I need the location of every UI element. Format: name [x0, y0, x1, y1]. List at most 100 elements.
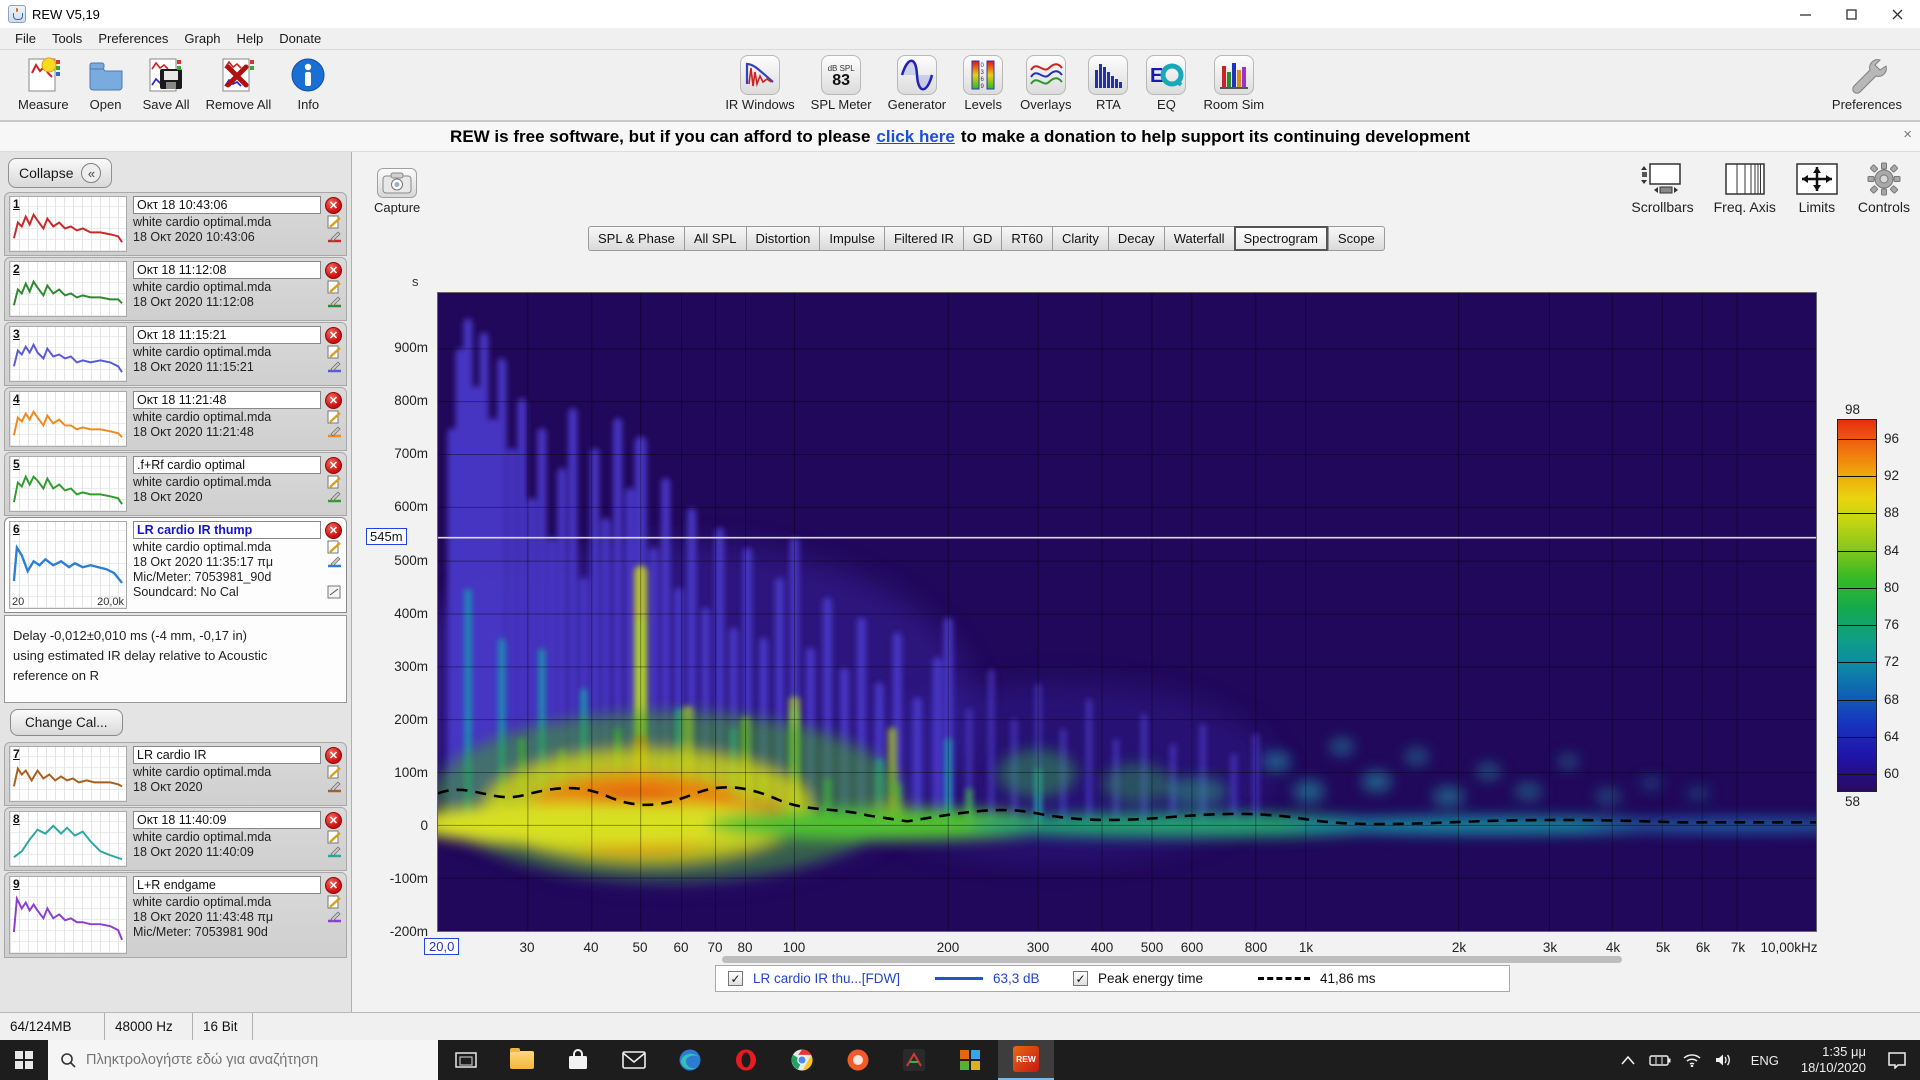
menu-file[interactable]: File	[8, 29, 43, 48]
room-sim-button[interactable]: Room Sim	[1195, 52, 1272, 114]
tab-spl-phase[interactable]: SPL & Phase	[588, 226, 684, 251]
measurement-card-5[interactable]: 5 ✕ white cardio optimal.mda 18 Οκτ 2020	[4, 452, 347, 516]
delete-measurement-icon[interactable]: ✕	[325, 876, 342, 894]
battery-icon[interactable]	[1647, 1040, 1673, 1080]
menu-help[interactable]: Help	[230, 29, 271, 48]
maximize-button[interactable]	[1828, 0, 1874, 28]
trace-color-icon[interactable]	[327, 780, 342, 794]
measurement-title-input[interactable]	[133, 521, 321, 539]
measurement-card-4[interactable]: 4 ✕ white cardio optimal.mda 18 Οκτ 2020…	[4, 387, 347, 451]
edge-button[interactable]	[662, 1040, 718, 1080]
soundcard-cal-icon[interactable]	[327, 585, 342, 599]
generator-button[interactable]: Generator	[880, 52, 955, 114]
delete-measurement-icon[interactable]: ✕	[325, 391, 342, 409]
delete-measurement-icon[interactable]: ✕	[325, 811, 342, 829]
menu-donate[interactable]: Donate	[272, 29, 328, 48]
save-all-button[interactable]: Save All	[135, 52, 198, 114]
capture-button[interactable]: Capture	[374, 168, 420, 215]
measurement-title-input[interactable]	[133, 811, 321, 829]
search-input[interactable]	[86, 1052, 416, 1068]
trace-color-icon[interactable]	[327, 490, 342, 504]
open-button[interactable]: Open	[77, 52, 135, 114]
minimize-button[interactable]	[1782, 0, 1828, 28]
volume-icon[interactable]	[1711, 1040, 1737, 1080]
trace-color-icon[interactable]	[327, 845, 342, 859]
notes-icon[interactable]	[327, 895, 342, 909]
measurement-card-8[interactable]: 8 ✕ white cardio optimal.mda 18 Οκτ 2020…	[4, 807, 347, 871]
notes-icon[interactable]	[327, 410, 342, 424]
trace-color-icon[interactable]	[327, 230, 342, 244]
trace-color-icon[interactable]	[327, 295, 342, 309]
measurement-title-input[interactable]	[133, 326, 321, 344]
limits-button[interactable]: Limits	[1796, 162, 1838, 215]
levels-button[interactable]: 0369 Levels	[954, 52, 1012, 114]
collapse-sidebar-button[interactable]: Collapse «	[8, 158, 113, 188]
trace-color-icon[interactable]	[327, 425, 342, 439]
measurement-title-input[interactable]	[133, 196, 321, 214]
measurement-card-6-selected[interactable]: 6 20 20,0k ✕ white cardio optimal.mda 18…	[4, 517, 347, 613]
trace-visibility-checkbox[interactable]: ✓	[728, 971, 743, 986]
close-button[interactable]	[1874, 0, 1920, 28]
measurement-card-7[interactable]: 7 ✕ white cardio optimal.mda 18 Οκτ 2020	[4, 742, 347, 806]
menu-graph[interactable]: Graph	[177, 29, 227, 48]
info-button[interactable]: Info	[279, 52, 337, 114]
measurement-title-input[interactable]	[133, 876, 321, 894]
measurement-card-2[interactable]: 2 ✕ white cardio optimal.mda 18 Οκτ 2020…	[4, 257, 347, 321]
tab-clarity[interactable]: Clarity	[1051, 226, 1108, 251]
notes-icon[interactable]	[327, 280, 342, 294]
measurement-title-input[interactable]	[133, 746, 321, 764]
language-indicator[interactable]: ENG	[1743, 1053, 1787, 1068]
measurement-title-input[interactable]	[133, 456, 321, 474]
banner-close-icon[interactable]: ×	[1903, 126, 1912, 143]
spl-meter-button[interactable]: dB SPL 83 SPL Meter	[803, 52, 880, 114]
delete-measurement-icon[interactable]: ✕	[325, 746, 342, 764]
notes-icon[interactable]	[327, 540, 342, 554]
photos-tiles-button[interactable]	[942, 1040, 998, 1080]
notes-icon[interactable]	[327, 475, 342, 489]
donation-link[interactable]: click here	[876, 127, 954, 147]
file-explorer-button[interactable]	[494, 1040, 550, 1080]
tab-gd[interactable]: GD	[962, 226, 1002, 251]
trace-color-icon[interactable]	[327, 910, 342, 924]
taskbar-search[interactable]	[48, 1040, 438, 1080]
tab-waterfall[interactable]: Waterfall	[1163, 226, 1234, 251]
horizontal-scrollbar[interactable]	[722, 956, 1622, 963]
delete-measurement-icon[interactable]: ✕	[325, 456, 342, 474]
delete-measurement-icon[interactable]: ✕	[325, 326, 342, 344]
action-center-icon[interactable]	[1880, 1040, 1914, 1080]
preferences-button[interactable]: Preferences	[1824, 52, 1910, 114]
eq-button[interactable]: E EQ	[1137, 52, 1195, 114]
overlays-button[interactable]: Overlays	[1012, 52, 1079, 114]
taskbar-clock[interactable]: 1:35 μμ 18/10/2020	[1793, 1044, 1874, 1077]
measurement-title-input[interactable]	[133, 391, 321, 409]
freq-axis-button[interactable]: Freq. Axis	[1714, 162, 1776, 215]
remove-all-button[interactable]: Remove All	[198, 52, 280, 114]
delete-measurement-icon[interactable]: ✕	[325, 261, 342, 279]
task-view-button[interactable]	[438, 1040, 494, 1080]
change-cal-button[interactable]: Change Cal...	[10, 709, 123, 736]
delete-measurement-icon[interactable]: ✕	[325, 196, 342, 214]
notes-icon[interactable]	[327, 765, 342, 779]
tray-chevron-icon[interactable]	[1615, 1040, 1641, 1080]
rta-button[interactable]: RTA	[1079, 52, 1137, 114]
chrome-button[interactable]	[774, 1040, 830, 1080]
measurement-title-input[interactable]	[133, 261, 321, 279]
measure-button[interactable]: Measure	[10, 52, 77, 114]
wifi-icon[interactable]	[1679, 1040, 1705, 1080]
mail-button[interactable]	[606, 1040, 662, 1080]
scrollbars-button[interactable]: Scrollbars	[1631, 162, 1694, 215]
peak-energy-checkbox[interactable]: ✓	[1073, 971, 1088, 986]
browser-orange-button[interactable]	[830, 1040, 886, 1080]
delete-measurement-icon[interactable]: ✕	[325, 521, 342, 539]
spectrogram-plot[interactable]	[437, 292, 1817, 932]
tab-impulse[interactable]: Impulse	[819, 226, 884, 251]
measurement-card-9[interactable]: 9 ✕ white cardio optimal.mda 18 Οκτ 2020…	[4, 872, 347, 958]
start-button[interactable]	[0, 1040, 48, 1080]
trace-color-icon[interactable]	[327, 555, 342, 569]
store-button[interactable]	[550, 1040, 606, 1080]
controls-button[interactable]: Controls	[1858, 162, 1910, 215]
tab-filtered-ir[interactable]: Filtered IR	[883, 226, 963, 251]
tab-all-spl[interactable]: All SPL	[683, 226, 746, 251]
notes-icon[interactable]	[327, 345, 342, 359]
trace-color-icon[interactable]	[327, 360, 342, 374]
